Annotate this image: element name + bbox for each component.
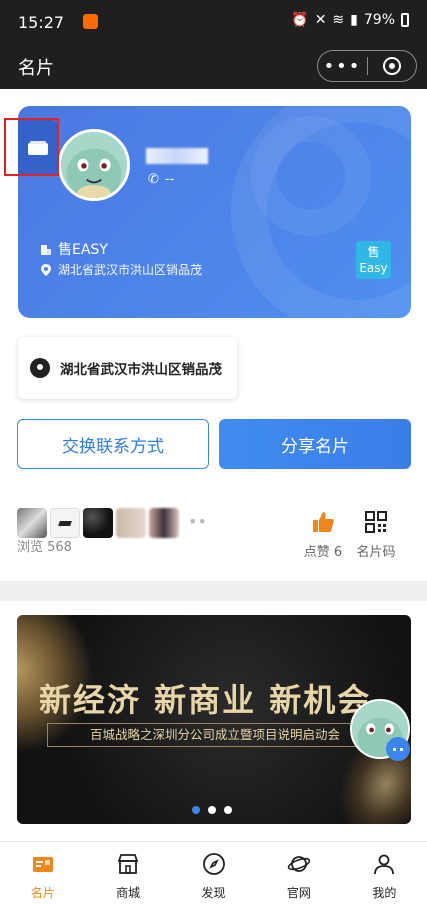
carousel-dot[interactable]: [208, 806, 216, 814]
carousel-dot[interactable]: [224, 806, 232, 814]
promo-banner[interactable]: 新经济 新商业 新机会 百城战略之深圳分公司成立暨项目说明启动会: [17, 615, 411, 824]
card-decoration-inner: [251, 116, 371, 236]
store-icon: [117, 854, 139, 874]
section-divider: [0, 581, 427, 601]
avatar[interactable]: [58, 129, 130, 201]
alarm-icon: ⏰: [291, 12, 309, 28]
logo-top-text: 售: [367, 245, 380, 259]
signal-icon: ▮: [350, 12, 358, 28]
mute-icon: ✕: [314, 12, 327, 28]
chat-dots: [393, 747, 403, 751]
name-redacted: [146, 148, 208, 164]
tab-mine[interactable]: 我的: [342, 842, 427, 904]
close-button[interactable]: [368, 57, 416, 75]
banner-headline: 新经济 新商业 新机会: [39, 681, 372, 719]
carousel-indicators: [192, 806, 232, 814]
wifi-icon: ≋: [332, 12, 345, 28]
avatar-image: [61, 132, 127, 198]
visitor-avatar: [83, 508, 113, 538]
status-bar: 15:27 ⏰ ✕ ≋ ▮ 79%: [0, 0, 427, 42]
compass-icon: [202, 853, 225, 875]
tab-website[interactable]: 官网: [256, 842, 341, 904]
chat-icon[interactable]: [386, 737, 410, 761]
card-holder-icon: [28, 141, 48, 155]
status-icons: ⏰ ✕ ≋ ▮ 79%: [291, 12, 409, 28]
qr-code-button[interactable]: 名片码: [355, 510, 397, 560]
more-button[interactable]: •••: [318, 56, 367, 77]
main-content: ✆ -- 售EASY 湖北省武汉市洪山区销品茂 售 Easy 湖北省武汉市洪山区…: [0, 89, 427, 581]
company-logo: 售 Easy: [356, 241, 391, 279]
more-visitors: ••: [188, 512, 207, 531]
tab-label: 商城: [116, 886, 141, 900]
browse-count: 浏览 568: [17, 540, 72, 555]
qr-code-icon: [365, 511, 387, 533]
planet-icon: [287, 856, 311, 872]
address-row: 湖北省武汉市洪山区销品茂: [40, 261, 202, 278]
miniprogram-capsule: •••: [317, 50, 417, 82]
tab-card[interactable]: 名片: [0, 842, 85, 904]
tab-mall[interactable]: 商城: [85, 842, 170, 904]
address-text: 湖北省武汉市洪山区销品茂: [60, 362, 222, 378]
business-card[interactable]: ✆ -- 售EASY 湖北省武汉市洪山区销品茂 售 Easy: [18, 106, 411, 318]
tab-label: 我的: [372, 886, 397, 900]
battery-icon: [401, 13, 409, 27]
visitor-avatar: [116, 508, 146, 538]
address-button[interactable]: 湖北省武汉市洪山区销品茂: [18, 337, 237, 399]
bottom-tab-bar: 名片 商城 发现 官网 我的: [0, 841, 427, 904]
phone-row[interactable]: ✆ --: [148, 172, 174, 187]
company-row: 售EASY: [40, 239, 108, 259]
phone-icon: ✆: [148, 172, 159, 187]
app-notification-icon: [83, 14, 98, 29]
phone-number: --: [164, 172, 175, 187]
banner-subline: 百城战略之深圳分公司成立暨项目说明启动会: [47, 723, 383, 747]
map-pin-icon: [30, 358, 50, 378]
location-icon: [41, 263, 51, 276]
thumbs-up-icon: [313, 512, 334, 532]
visitor-avatar: [50, 508, 80, 538]
card-icon: [32, 857, 53, 872]
logo-bottom-text: Easy: [359, 261, 388, 275]
tab-label: 名片: [30, 886, 55, 900]
building-icon: [41, 245, 51, 255]
tab-discover[interactable]: 发现: [171, 842, 256, 904]
card-holder-button[interactable]: [18, 120, 58, 176]
company-name: 售EASY: [58, 242, 108, 258]
like-count: 点赞 6: [303, 545, 343, 560]
battery-percent: 79%: [363, 12, 395, 28]
status-time: 15:27: [18, 13, 65, 32]
tab-label: 官网: [286, 886, 311, 900]
qr-code-label: 名片码: [356, 545, 396, 560]
visitor-avatar: [17, 508, 47, 538]
app-header: 名片 •••: [0, 42, 427, 89]
exchange-contact-button[interactable]: 交换联系方式: [17, 419, 209, 469]
page-title: 名片: [18, 58, 54, 79]
share-card-button[interactable]: 分享名片: [219, 419, 411, 469]
like-button[interactable]: 点赞 6: [303, 510, 343, 560]
user-icon: [374, 854, 395, 875]
target-icon: [382, 57, 401, 75]
company-address: 湖北省武汉市洪山区销品茂: [58, 263, 203, 277]
carousel-dot[interactable]: [192, 806, 200, 814]
tab-label: 发现: [201, 886, 226, 900]
visitor-avatar: [149, 508, 179, 538]
